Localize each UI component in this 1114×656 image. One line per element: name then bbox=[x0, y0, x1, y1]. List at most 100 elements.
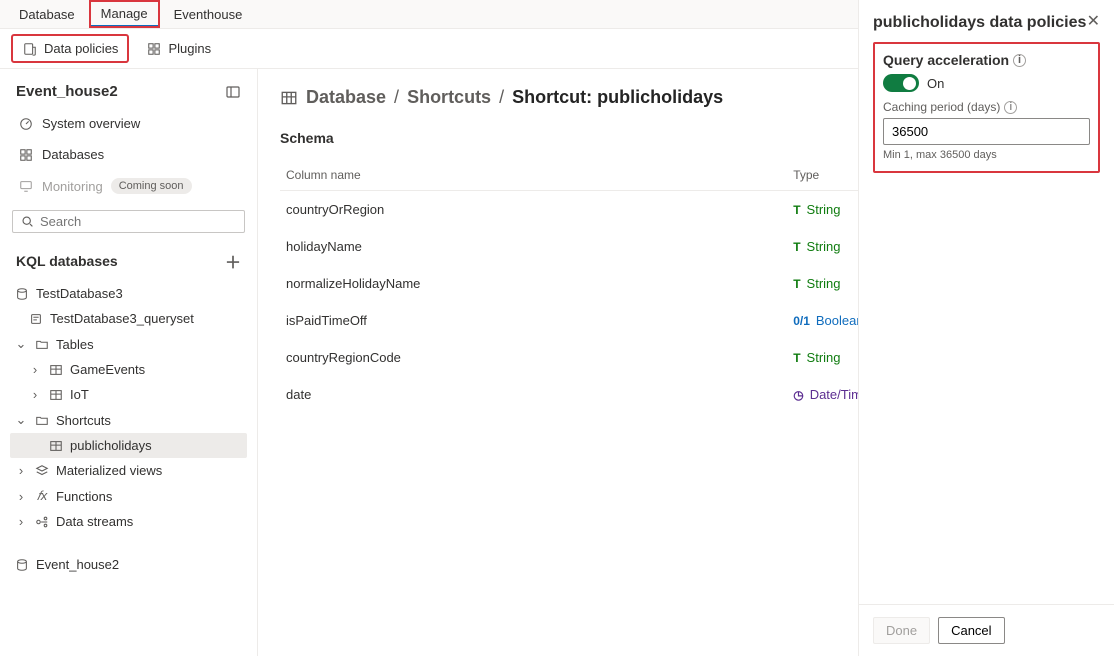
type-label: String bbox=[807, 202, 841, 217]
chevron-right-icon: › bbox=[28, 362, 42, 377]
shortcut-table-icon bbox=[48, 439, 64, 453]
type-label: String bbox=[807, 276, 841, 291]
tree-publicholidays[interactable]: publicholidays bbox=[10, 433, 247, 458]
kql-databases-section: KQL databases ＋ bbox=[10, 243, 247, 277]
column-name-cell: countryOrRegion bbox=[280, 191, 787, 229]
datetime-type-icon: ◷ bbox=[793, 388, 803, 402]
database-tree: TestDatabase3 TestDatabase3_queryset ⌄ T… bbox=[10, 281, 247, 577]
tree-data-streams[interactable]: › Data streams bbox=[10, 509, 247, 534]
search-icon bbox=[21, 215, 34, 228]
tab-eventhouse[interactable]: Eventhouse bbox=[163, 2, 254, 27]
tree-label: Functions bbox=[56, 489, 112, 504]
folder-icon bbox=[34, 337, 50, 351]
string-type-icon: T bbox=[793, 240, 800, 254]
add-database-button[interactable]: ＋ bbox=[225, 249, 241, 273]
chevron-right-icon: › bbox=[14, 463, 28, 478]
tree-label: Tables bbox=[56, 337, 94, 352]
breadcrumb-sep: / bbox=[499, 87, 504, 108]
chevron-right-icon: › bbox=[28, 387, 42, 402]
panel-header: publicholidays data policies ✕ bbox=[859, 0, 1114, 38]
tree-shortcuts[interactable]: ⌄ Shortcuts bbox=[10, 407, 247, 433]
nav-databases-label: Databases bbox=[42, 147, 104, 162]
caching-period-label: Caching period (days) i bbox=[883, 100, 1090, 114]
tree-event-house2[interactable]: Event_house2 bbox=[10, 552, 247, 577]
data-policies-icon bbox=[22, 42, 38, 56]
tree-label: TestDatabase3 bbox=[36, 286, 123, 301]
done-button: Done bbox=[873, 617, 930, 644]
search-box[interactable] bbox=[12, 210, 245, 233]
sidebar-title: Event_house2 bbox=[16, 83, 118, 100]
nav-monitoring: Monitoring Coming soon bbox=[10, 172, 247, 200]
tree-label: Materialized views bbox=[56, 463, 162, 478]
gauge-icon bbox=[18, 117, 34, 131]
database-icon bbox=[14, 558, 30, 572]
database-icon bbox=[14, 287, 30, 301]
data-policies-panel: publicholidays data policies ✕ Query acc… bbox=[858, 0, 1114, 656]
tree-iot[interactable]: › IoT bbox=[10, 382, 247, 407]
sidebar-collapse-icon[interactable] bbox=[225, 84, 241, 100]
nav-databases[interactable]: Databases bbox=[10, 141, 247, 168]
caching-period-hint: Min 1, max 36500 days bbox=[883, 149, 1090, 161]
panel-body: Query acceleration i On Caching period (… bbox=[859, 38, 1114, 177]
type-label: String bbox=[807, 239, 841, 254]
query-acceleration-title: Query acceleration i bbox=[883, 52, 1090, 68]
col-name-header: Column name bbox=[280, 160, 787, 191]
caching-period-text: Caching period (days) bbox=[883, 100, 1000, 114]
boolean-type-icon: 0/1 bbox=[793, 314, 810, 328]
folder-icon bbox=[34, 413, 50, 427]
data-policies-button[interactable]: Data policies bbox=[12, 35, 128, 62]
queryset-icon bbox=[28, 312, 44, 326]
column-name-cell: countryRegionCode bbox=[280, 339, 787, 376]
nav-system-overview[interactable]: System overview bbox=[10, 110, 247, 137]
column-name-cell: holidayName bbox=[280, 228, 787, 265]
data-policies-label: Data policies bbox=[44, 41, 118, 56]
grid-icon bbox=[18, 148, 34, 162]
caching-period-input[interactable] bbox=[883, 118, 1090, 145]
tree-gameevents[interactable]: › GameEvents bbox=[10, 357, 247, 382]
column-name-cell: isPaidTimeOff bbox=[280, 302, 787, 339]
breadcrumb-current: Shortcut: publicholidays bbox=[512, 87, 723, 108]
coming-soon-badge: Coming soon bbox=[111, 178, 192, 194]
chevron-right-icon: › bbox=[14, 489, 28, 504]
breadcrumb-shortcuts[interactable]: Shortcuts bbox=[407, 87, 491, 108]
search-input[interactable] bbox=[40, 214, 236, 229]
tree-queryset[interactable]: TestDatabase3_queryset bbox=[10, 306, 247, 331]
layers-icon bbox=[34, 464, 50, 478]
plugins-label: Plugins bbox=[168, 41, 211, 56]
close-icon: ✕ bbox=[1087, 13, 1100, 30]
column-name-cell: normalizeHolidayName bbox=[280, 265, 787, 302]
table-icon bbox=[48, 388, 64, 402]
tab-database[interactable]: Database bbox=[8, 2, 86, 27]
tree-db-testdatabase3[interactable]: TestDatabase3 bbox=[10, 281, 247, 306]
plugins-icon bbox=[146, 42, 162, 56]
sidebar-header: Event_house2 bbox=[10, 79, 247, 106]
tree-tables[interactable]: ⌄ Tables bbox=[10, 331, 247, 357]
chevron-down-icon: ⌄ bbox=[14, 336, 28, 352]
string-type-icon: T bbox=[793, 351, 800, 365]
cancel-button[interactable]: Cancel bbox=[938, 617, 1004, 644]
tab-manage[interactable]: Manage bbox=[90, 1, 159, 27]
toggle-row: On bbox=[883, 74, 1090, 92]
breadcrumb-table-icon bbox=[280, 89, 298, 107]
breadcrumb-database[interactable]: Database bbox=[306, 87, 386, 108]
breadcrumb-sep: / bbox=[394, 87, 399, 108]
info-icon[interactable]: i bbox=[1013, 54, 1026, 67]
plugins-button[interactable]: Plugins bbox=[136, 35, 221, 62]
close-button[interactable]: ✕ bbox=[1087, 14, 1100, 30]
query-acceleration-block: Query acceleration i On Caching period (… bbox=[873, 42, 1100, 173]
query-acceleration-toggle[interactable] bbox=[883, 74, 919, 92]
column-name-cell: date bbox=[280, 376, 787, 413]
panel-footer: Done Cancel bbox=[859, 604, 1114, 656]
tree-materialized-views[interactable]: › Materialized views bbox=[10, 458, 247, 483]
info-icon[interactable]: i bbox=[1004, 101, 1017, 114]
tree-label: IoT bbox=[70, 387, 89, 402]
tree-label: publicholidays bbox=[70, 438, 152, 453]
tree-label: GameEvents bbox=[70, 362, 145, 377]
function-icon: 𝑓x bbox=[34, 488, 50, 504]
tree-label: Data streams bbox=[56, 514, 133, 529]
toggle-label: On bbox=[927, 76, 944, 91]
kql-databases-label: KQL databases bbox=[16, 253, 118, 269]
tree-functions[interactable]: › 𝑓x Functions bbox=[10, 483, 247, 509]
stream-icon bbox=[34, 515, 50, 529]
table-icon bbox=[48, 363, 64, 377]
